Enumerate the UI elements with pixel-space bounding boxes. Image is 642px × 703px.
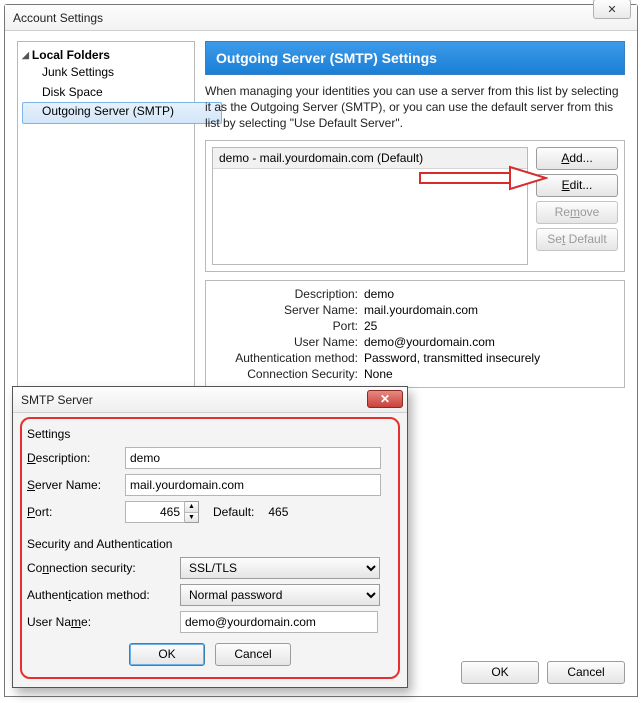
dialog-ok-button[interactable]: OK (129, 643, 205, 666)
ok-button-label: OK (491, 665, 508, 679)
cancel-button[interactable]: Cancel (547, 661, 625, 684)
input-servername[interactable] (125, 474, 381, 496)
add-button-label: Add... (561, 151, 592, 165)
dialog-cancel-label: Cancel (234, 647, 271, 661)
label-auth-method: Authentication method: (27, 588, 172, 602)
field-port: Port: ▲ ▼ Default: 465 (27, 501, 393, 523)
port-spinner[interactable]: ▲ ▼ (125, 501, 199, 523)
server-details: Description: demo Server Name: mail.your… (205, 280, 625, 388)
close-button[interactable]: ✕ (593, 0, 631, 19)
lbl-connsec: Connection Security: (214, 367, 364, 381)
value-default-port: 465 (268, 505, 288, 519)
input-port[interactable] (125, 501, 185, 523)
dialog-title: SMTP Server (21, 393, 93, 407)
cancel-button-label: Cancel (567, 665, 604, 679)
tree-item-outgoing-server[interactable]: Outgoing Server (SMTP) (22, 102, 222, 124)
lbl-port: Port: (214, 319, 364, 333)
input-username[interactable] (180, 611, 378, 633)
tree-item-label: Outgoing Server (SMTP) (42, 104, 174, 118)
dialog-ok-label: OK (158, 647, 175, 661)
close-icon: ✕ (380, 392, 390, 406)
lbl-username: User Name: (214, 335, 364, 349)
remove-button-label: Remove (555, 205, 600, 219)
pane-description: When managing your identities you can us… (205, 83, 625, 132)
label-port: Port: (27, 505, 117, 519)
add-button[interactable]: Add... (536, 147, 618, 170)
dialog-cancel-button[interactable]: Cancel (215, 643, 291, 666)
field-servername: Server Name: (27, 474, 393, 496)
select-auth-method[interactable]: Normal password (180, 584, 380, 606)
server-row-label: demo - mail.yourdomain.com (Default) (219, 151, 423, 165)
tree-root-local-folders[interactable]: Local Folders (22, 48, 190, 62)
spin-up-icon[interactable]: ▲ (185, 502, 198, 513)
spin-buttons[interactable]: ▲ ▼ (185, 501, 199, 523)
lbl-description: Description: (214, 287, 364, 301)
dialog-close-button[interactable]: ✕ (367, 390, 403, 408)
section-settings: Settings (27, 427, 393, 441)
close-icon: ✕ (607, 3, 616, 16)
dialog-titlebar: SMTP Server ✕ (13, 387, 407, 413)
tree-item-label: Disk Space (42, 85, 103, 99)
lbl-authmethod: Authentication method: (214, 351, 364, 365)
server-buttons: Add... Edit... Remove Set Default (536, 147, 618, 265)
server-list-group: demo - mail.yourdomain.com (Default) Add… (205, 140, 625, 272)
tree-root-label: Local Folders (32, 48, 110, 62)
section-security: Security and Authentication (27, 537, 393, 551)
set-default-button[interactable]: Set Default (536, 228, 618, 251)
pane-header: Outgoing Server (SMTP) Settings (205, 41, 625, 75)
lbl-servername: Server Name: (214, 303, 364, 317)
dialog-body: Settings Description: Server Name: Port:… (13, 413, 407, 676)
label-username: User Name: (27, 615, 172, 629)
val-username: demo@yourdomain.com (364, 335, 616, 349)
field-conn-security: Connection security: SSL/TLS (27, 557, 393, 579)
label-default: Default: (213, 505, 254, 519)
label-servername: Server Name: (27, 478, 117, 492)
dialog-button-bar: OK Cancel (27, 643, 393, 666)
set-default-button-label: Set Default (547, 232, 606, 246)
edit-button-label: Edit... (562, 178, 593, 192)
tree-item-disk-space[interactable]: Disk Space (22, 82, 190, 102)
window-title: Account Settings (13, 11, 103, 25)
val-connsec: None (364, 367, 616, 381)
val-authmethod: Password, transmitted insecurely (364, 351, 616, 365)
tree-item-label: Junk Settings (42, 65, 114, 79)
tree-item-junk-settings[interactable]: Junk Settings (22, 62, 190, 82)
remove-button[interactable]: Remove (536, 201, 618, 224)
label-description: Description: (27, 451, 117, 465)
ok-button[interactable]: OK (461, 661, 539, 684)
spin-down-icon[interactable]: ▼ (185, 513, 198, 523)
val-port: 25 (364, 319, 616, 333)
server-listbox[interactable]: demo - mail.yourdomain.com (Default) (212, 147, 528, 265)
pane-header-label: Outgoing Server (SMTP) Settings (216, 50, 437, 66)
field-description: Description: (27, 447, 393, 469)
field-username: User Name: (27, 611, 393, 633)
label-conn-security: Connection security: (27, 561, 172, 575)
field-auth-method: Authentication method: Normal password (27, 584, 393, 606)
titlebar: Account Settings (5, 5, 637, 31)
input-description[interactable] (125, 447, 381, 469)
val-servername: mail.yourdomain.com (364, 303, 616, 317)
edit-button[interactable]: Edit... (536, 174, 618, 197)
val-description: demo (364, 287, 616, 301)
smtp-server-dialog: SMTP Server ✕ Settings Description: Serv… (12, 386, 408, 688)
select-conn-security[interactable]: SSL/TLS (180, 557, 380, 579)
server-list-row[interactable]: demo - mail.yourdomain.com (Default) (213, 148, 527, 169)
